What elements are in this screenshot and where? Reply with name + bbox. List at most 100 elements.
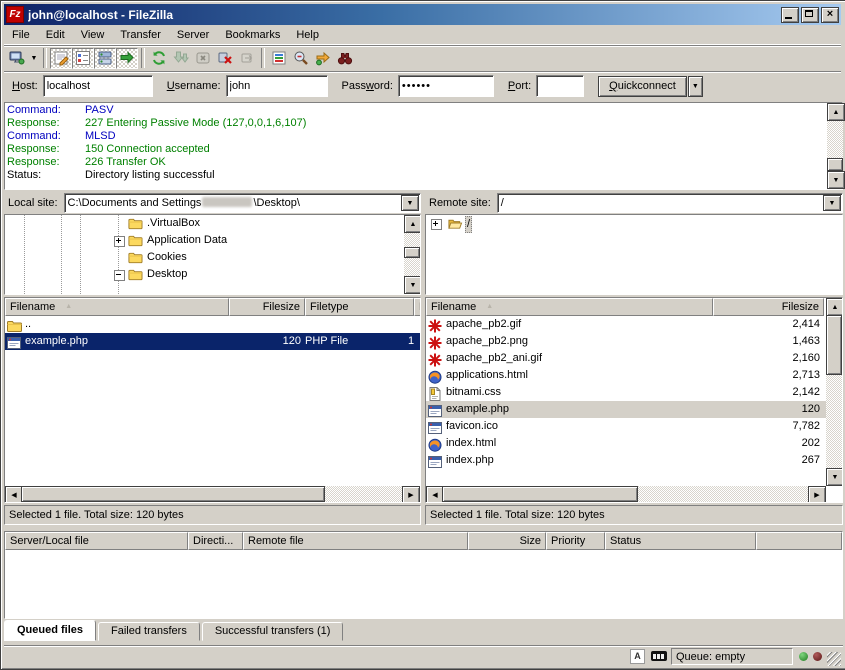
data-type-icon[interactable]: A — [629, 649, 646, 664]
menu-transfer[interactable]: Transfer — [112, 27, 169, 43]
collapse-icon[interactable] — [114, 270, 125, 281]
column-header-filesize[interactable]: Filesize — [713, 298, 824, 316]
column-header-status[interactable]: Status — [605, 532, 756, 550]
window-title: john@localhost - FileZilla — [28, 8, 781, 22]
file-row[interactable]: .. — [5, 316, 420, 333]
site-manager-button[interactable] — [6, 48, 28, 69]
speed-limit-icon[interactable] — [650, 649, 667, 664]
column-header-remote-file[interactable]: Remote file — [243, 532, 468, 550]
scroll-down-icon[interactable]: ▼ — [827, 171, 845, 189]
local-hscroll-thumb[interactable] — [21, 486, 325, 502]
remote-vscroll-thumb[interactable] — [826, 315, 842, 375]
maximize-button[interactable] — [801, 7, 819, 23]
menu-bookmarks[interactable]: Bookmarks — [217, 27, 288, 43]
file-row[interactable]: apache_pb2.gif2,414 — [426, 316, 842, 333]
host-input[interactable] — [43, 75, 153, 97]
column-header-filetype[interactable]: Filetype — [305, 298, 414, 316]
title-bar[interactable]: Fz john@localhost - FileZilla × — [4, 4, 841, 25]
resize-grip[interactable] — [827, 652, 841, 666]
directory-filter-button[interactable] — [268, 48, 290, 69]
queue-body — [5, 550, 842, 618]
scroll-up-icon[interactable]: ▲ — [404, 215, 421, 233]
menu-view[interactable]: View — [73, 27, 113, 43]
find-files-button[interactable] — [334, 48, 356, 69]
chevron-down-icon[interactable]: ▼ — [823, 195, 841, 211]
remote-vertical-scrollbar[interactable]: ▲ ▼ — [826, 298, 842, 486]
image-icon — [427, 317, 443, 333]
log-line: Response:227 Entering Passive Mode (127,… — [5, 117, 842, 130]
file-row[interactable]: favicon.ico7,782 — [426, 418, 842, 435]
local-tree-scrollbar[interactable]: ▲ ▼ — [404, 215, 420, 294]
file-size-cell: 267 — [713, 452, 824, 469]
tab-failed-transfers[interactable]: Failed transfers — [98, 622, 200, 641]
menu-help[interactable]: Help — [288, 27, 327, 43]
close-button[interactable]: × — [821, 7, 839, 23]
remote-site-combobox[interactable]: / ▼ — [497, 193, 843, 213]
column-header-priority[interactable]: Priority — [546, 532, 605, 550]
log-scrollbar[interactable]: ▲ ▼ — [827, 103, 843, 189]
remote-tree-icon — [97, 50, 113, 66]
site-manager-dropdown-button[interactable]: ▼ — [28, 48, 40, 69]
tree-item[interactable]: .VirtualBox — [5, 215, 420, 232]
remote-horizontal-scrollbar[interactable]: ◀ ▶ — [426, 486, 826, 502]
log-prefix: Command: — [5, 130, 85, 143]
menu-edit[interactable]: Edit — [38, 27, 73, 43]
toggle-local-tree-button[interactable] — [72, 48, 94, 69]
menu-server[interactable]: Server — [169, 27, 217, 43]
tree-item[interactable]: Desktop — [5, 266, 420, 283]
toggle-message-log-button[interactable] — [50, 48, 72, 69]
remote-hscroll-thumb[interactable] — [442, 486, 638, 502]
refresh-button[interactable] — [148, 48, 170, 69]
column-header-size[interactable]: Size — [468, 532, 546, 550]
synchronized-browsing-button[interactable] — [312, 48, 334, 69]
file-row[interactable]: apache_pb2_ani.gif2,160 — [426, 350, 842, 367]
file-row[interactable]: example.php120 — [426, 401, 842, 418]
process-queue-button[interactable] — [170, 48, 192, 69]
toggle-transfer-queue-button[interactable] — [116, 48, 138, 69]
file-row[interactable]: bitnami.css2,142 — [426, 384, 842, 401]
directory-compare-button[interactable] — [290, 48, 312, 69]
tree-item[interactable]: Cookies — [5, 249, 420, 266]
file-row[interactable]: index.php267 — [426, 452, 842, 469]
password-input[interactable] — [398, 75, 494, 97]
file-row[interactable]: apache_pb2.png1,463 — [426, 333, 842, 350]
tab-queued-files[interactable]: Queued files — [4, 620, 96, 641]
username-input[interactable] — [226, 75, 328, 97]
local-tree-scrollbar-thumb[interactable] — [404, 247, 420, 258]
column-header-server-local-file[interactable]: Server/Local file — [5, 532, 188, 550]
log-scrollbar-thumb[interactable] — [827, 158, 843, 171]
tree-item[interactable]: Application Data — [5, 232, 420, 249]
expand-icon[interactable] — [114, 236, 125, 247]
quickconnect-button[interactable]: Quickconnect — [598, 76, 687, 97]
scroll-down-icon[interactable]: ▼ — [404, 276, 421, 294]
cancel-operation-button[interactable] — [192, 48, 214, 69]
local-directory-tree: .VirtualBoxApplication DataCookiesDeskto… — [4, 214, 421, 295]
reconnect-button[interactable] — [236, 48, 258, 69]
scroll-down-icon[interactable]: ▼ — [826, 468, 843, 486]
menu-file[interactable]: File — [4, 27, 38, 43]
chevron-down-icon[interactable]: ▼ — [401, 195, 419, 211]
file-row[interactable]: index.html202 — [426, 435, 842, 452]
minimize-button[interactable] — [781, 7, 799, 23]
disconnect-button[interactable] — [214, 48, 236, 69]
local-horizontal-scrollbar[interactable]: ◀ ▶ — [5, 486, 420, 502]
file-row[interactable]: applications.html2,713 — [426, 367, 842, 384]
column-header-filename[interactable]: Filename▲ — [426, 298, 713, 316]
port-input[interactable] — [536, 75, 584, 97]
file-row[interactable]: example.php120PHP File1 — [5, 333, 420, 350]
scroll-up-icon[interactable]: ▲ — [827, 103, 845, 121]
scroll-right-icon[interactable]: ▶ — [808, 486, 826, 503]
local-site-combobox[interactable]: C:\Documents and Settings\Desktop\ ▼ — [64, 193, 421, 213]
scroll-right-icon[interactable]: ▶ — [402, 486, 420, 503]
local-file-list: Filename▲FilesizeFiletypeL ..example.php… — [4, 297, 421, 503]
tab-successful-transfers-1-[interactable]: Successful transfers (1) — [202, 622, 344, 641]
scroll-up-icon[interactable]: ▲ — [826, 298, 843, 316]
column-header-l[interactable]: L — [414, 298, 421, 316]
column-header-filesize[interactable]: Filesize — [229, 298, 305, 316]
column-header-filename[interactable]: Filename▲ — [5, 298, 229, 316]
quickconnect-dropdown-button[interactable]: ▼ — [688, 76, 703, 97]
toggle-remote-tree-button[interactable] — [94, 48, 116, 69]
column-header-directi-[interactable]: Directi... — [188, 532, 243, 550]
tree-item[interactable]: / — [426, 215, 842, 232]
expand-icon[interactable] — [431, 219, 442, 230]
